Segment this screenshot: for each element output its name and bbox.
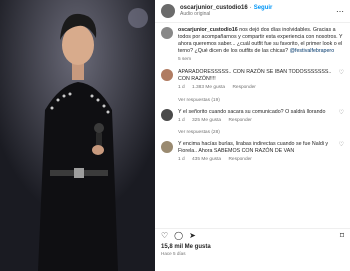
comment-text: APARADORESSSSS.. CON RAZÓN SE IBAN TODOS… [178, 69, 332, 83]
caption-time: 5 sem [178, 56, 192, 62]
comment-likes[interactable]: 325 Me gusta [192, 118, 221, 123]
action-bar: ♡ ◯ ➤ ⌑ 15,8 mil Me gusta Hace 5 días [155, 228, 350, 271]
reply-button[interactable]: Responder [228, 118, 251, 123]
comment-text: Y el señorito cuando sacara su comunicad… [178, 108, 326, 115]
comment-time: 1 d [178, 117, 185, 123]
comment-time: 1 d [178, 156, 185, 162]
heart-icon[interactable]: ♡ [339, 141, 344, 163]
post-photo[interactable] [0, 0, 155, 271]
comment-time: 1 d [178, 85, 185, 91]
avatar[interactable] [161, 4, 175, 18]
comment-text: Y encima hacías burlas, lirabas indirect… [178, 140, 329, 154]
heart-icon[interactable]: ♡ [339, 69, 344, 91]
caption-username[interactable]: oscarjunior_custodio16 [178, 27, 238, 33]
comment-item: Y el señorito cuando sacara su comunicad… [161, 108, 344, 124]
comment-item: APARADORESSSSS.. CON RAZÓN SE IBAN TODOS… [161, 69, 344, 91]
bookmark-icon[interactable]: ⌑ [340, 232, 344, 240]
post-age: Hace 5 días [161, 251, 186, 256]
comment-likes[interactable]: 435 Me gusta [192, 157, 221, 162]
avatar[interactable] [161, 108, 173, 121]
avatar[interactable] [161, 27, 173, 39]
likes-count[interactable]: 15,8 mil Me gusta [161, 244, 344, 250]
separator-dot: · [249, 5, 252, 11]
post-details-panel: oscarjunior_custodio16 · Seguir Audio or… [155, 0, 350, 271]
caption-mention[interactable]: @festivalfebrapero [290, 48, 335, 54]
comments-list[interactable]: oscarjunior_custodio16 nos dejó dos días… [155, 23, 350, 234]
follow-button[interactable]: Seguir [254, 5, 273, 11]
share-icon[interactable]: ➤ [189, 232, 196, 240]
avatar[interactable] [161, 140, 173, 153]
reply-button[interactable]: Responder [232, 85, 255, 90]
avatar[interactable] [161, 69, 173, 82]
reply-button[interactable]: Responder [228, 157, 251, 162]
heart-icon[interactable]: ♡ [339, 109, 344, 124]
instagram-post-view: oscarjunior_custodio16 · Seguir Audio or… [0, 0, 350, 271]
concert-photo [0, 0, 155, 271]
comment-likes[interactable]: 1.383 Me gusta [192, 85, 225, 90]
post-header: oscarjunior_custodio16 · Seguir Audio or… [155, 0, 350, 23]
audio-link[interactable]: Audio original [180, 11, 272, 17]
view-replies-button[interactable]: Ver respuestas (19) [178, 98, 344, 103]
heart-icon[interactable]: ♡ [161, 232, 168, 240]
comment-icon[interactable]: ◯ [174, 232, 183, 240]
view-replies-button[interactable]: Ver respuestas (28) [178, 130, 344, 135]
more-options-icon[interactable]: ⋯ [336, 7, 344, 16]
comment-item: Y encima hacías burlas, lirabas indirect… [161, 140, 344, 163]
caption: oscarjunior_custodio16 nos dejó dos días… [161, 27, 344, 63]
